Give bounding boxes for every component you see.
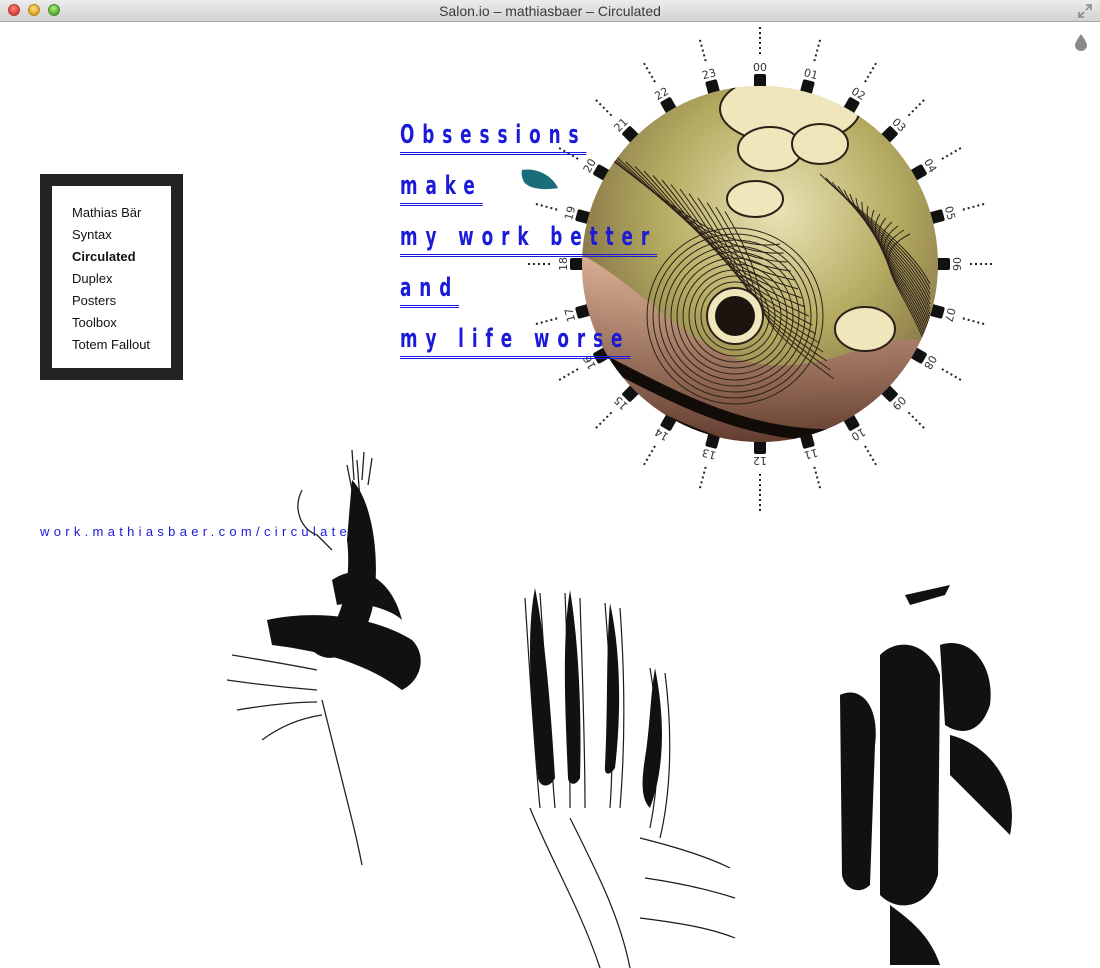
clock-tick [813, 466, 822, 489]
clock-tick [698, 466, 707, 489]
clock-tick [864, 445, 877, 466]
water-drop-icon[interactable] [1074, 33, 1088, 51]
quote-line: my work better [400, 222, 658, 257]
nav-item-circulated[interactable]: Circulated [72, 246, 171, 268]
clock-tick [595, 99, 613, 117]
quote-line: Obsessions [400, 120, 587, 155]
clock-tick [864, 62, 877, 83]
clock-tick [698, 39, 707, 62]
clock-tick [962, 202, 985, 211]
clock-hour-label: 18 [557, 257, 570, 271]
clock-tick [962, 317, 985, 326]
illustration-right-ink [840, 585, 1012, 965]
nav-list: Mathias Bär Syntax Circulated Duplex Posters… [52, 186, 171, 368]
teal-drop-icon [521, 169, 558, 190]
clock-tick [535, 202, 558, 211]
nav-item-totem-fallout[interactable]: Totem Fallout [72, 334, 171, 356]
quote-line: my life worse [400, 324, 631, 359]
clock-tick [813, 39, 822, 62]
clock-tick [558, 368, 579, 381]
clock-hour-label: 06 [950, 257, 963, 271]
clock-hour-label: 00 [753, 61, 767, 74]
clock-tick [643, 445, 656, 466]
quote-line: and [400, 273, 460, 308]
clock-tick [907, 99, 925, 117]
clock-tick [941, 147, 962, 160]
illustration-center-hand [524, 588, 736, 968]
nav-item-duplex[interactable]: Duplex [72, 268, 171, 290]
quote-line: make [400, 171, 483, 206]
window-titlebar: Salon.io – mathiasbaer – Circulated [0, 0, 1100, 22]
clock-tick [941, 368, 962, 381]
fullscreen-icon[interactable] [1078, 4, 1092, 18]
nav-item-syntax[interactable]: Syntax [72, 224, 171, 246]
window-title: Salon.io – mathiasbaer – Circulated [439, 3, 661, 19]
clock-hour-label: 12 [753, 454, 767, 467]
nav-item-posters[interactable]: Posters [72, 290, 171, 312]
clock-tick [643, 62, 656, 83]
nav-item-toolbox[interactable]: Toolbox [72, 312, 171, 334]
clock-tick [907, 411, 925, 429]
circulated-clock-artwork: 00 01020304050607080910111213141516171819… [528, 24, 992, 514]
illustration-left-figure [226, 449, 421, 866]
clock-tick [595, 411, 613, 429]
nav-item-mathias-b-r[interactable]: Mathias Bär [72, 202, 171, 224]
site-navigation: Mathias Bär Syntax Circulated Duplex Posters… [40, 174, 183, 380]
